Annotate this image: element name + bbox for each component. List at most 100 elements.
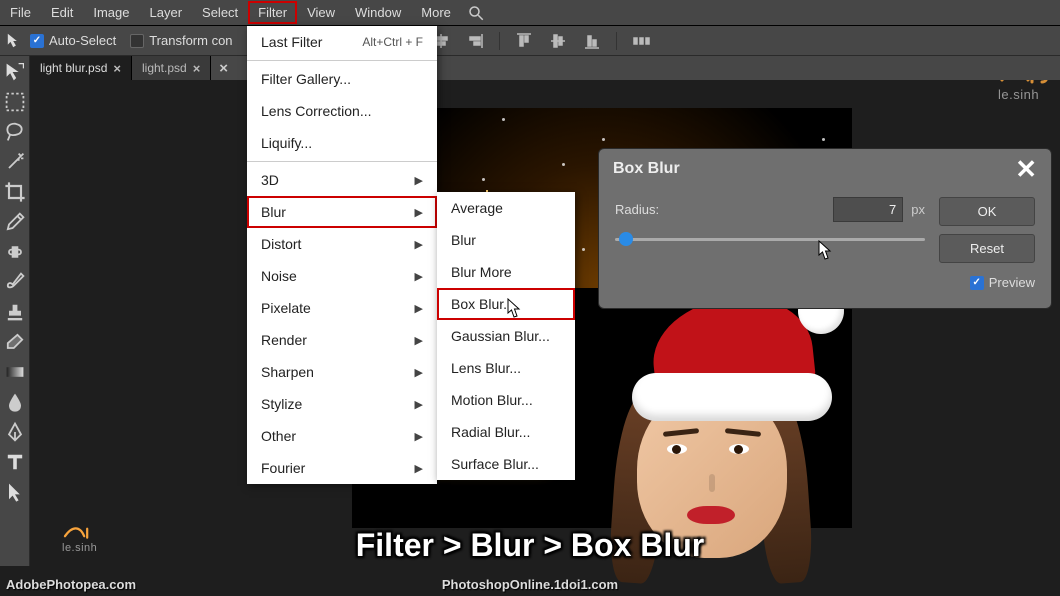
dd-motion-blur[interactable]: Motion Blur...: [437, 384, 575, 416]
cursor-icon: [818, 240, 834, 260]
menu-layer[interactable]: Layer: [140, 1, 193, 24]
dd-label: Liquify...: [261, 135, 312, 151]
brush-tool-icon[interactable]: [3, 270, 27, 294]
dd-label: Stylize: [261, 396, 302, 412]
dd-3d[interactable]: 3D▶: [247, 164, 437, 196]
transform-label: Transform con: [149, 33, 232, 48]
menu-filter[interactable]: Filter: [248, 1, 297, 24]
radius-input[interactable]: 7: [833, 197, 903, 222]
align-center-v-icon[interactable]: [548, 31, 568, 51]
dd-lens-blur[interactable]: Lens Blur...: [437, 352, 575, 384]
align-top-icon[interactable]: [514, 31, 534, 51]
dd-filter-gallery[interactable]: Filter Gallery...: [247, 63, 437, 95]
auto-select-label: Auto-Select: [49, 33, 116, 48]
dd-liquify[interactable]: Liquify...: [247, 127, 437, 159]
dd-stylize[interactable]: Stylize ▶: [247, 388, 437, 420]
stamp-tool-icon[interactable]: [3, 300, 27, 324]
footer: AdobePhotopea.com PhotoshopOnline.1doi1.…: [0, 572, 1060, 596]
dd-blur-more[interactable]: Blur More: [437, 256, 575, 288]
dialog-title: Box Blur: [613, 160, 680, 178]
auto-select-toggle[interactable]: ✓ Auto-Select: [30, 33, 116, 48]
dd-radial-blur[interactable]: Radial Blur...: [437, 416, 575, 448]
checkbox-off-icon: [130, 34, 144, 48]
radius-label: Radius:: [615, 202, 825, 217]
radius-slider[interactable]: [615, 230, 925, 248]
align-right-icon[interactable]: [465, 31, 485, 51]
dd-label: Gaussian Blur...: [451, 328, 550, 344]
slider-thumb[interactable]: [619, 232, 633, 246]
toolbar: [0, 56, 30, 566]
tab-light-blur[interactable]: light blur.psd ×: [30, 56, 132, 80]
close-all-icon[interactable]: ×: [211, 60, 236, 77]
dd-label: Lens Blur...: [451, 360, 521, 376]
preview-toggle[interactable]: ✓ Preview: [970, 275, 1035, 290]
menu-select[interactable]: Select: [192, 1, 248, 24]
separator: [499, 32, 500, 50]
dd-distort[interactable]: Distort▶: [247, 228, 437, 260]
dd-average[interactable]: Average: [437, 192, 575, 224]
dd-label: 3D: [261, 172, 279, 188]
dd-box-blur[interactable]: Box Blur...: [437, 288, 575, 320]
separator: [247, 60, 437, 61]
dd-render[interactable]: Render▶: [247, 324, 437, 356]
dd-lens-correction[interactable]: Lens Correction...: [247, 95, 437, 127]
move-tool-icon[interactable]: [6, 32, 24, 50]
tab-light[interactable]: light.psd ×: [132, 56, 211, 80]
close-icon[interactable]: ×: [113, 61, 121, 76]
lasso-tool-icon[interactable]: [3, 120, 27, 144]
search-icon[interactable]: [467, 4, 485, 22]
dd-blur-item[interactable]: Blur: [437, 224, 575, 256]
menu-file[interactable]: File: [0, 1, 41, 24]
menu-image[interactable]: Image: [83, 1, 139, 24]
dd-label: Distort: [261, 236, 301, 252]
heal-tool-icon[interactable]: [3, 240, 27, 264]
reset-button[interactable]: Reset: [939, 234, 1035, 263]
dd-last-filter[interactable]: Last Filter Alt+Ctrl + F: [247, 26, 437, 58]
checkbox-on-icon: ✓: [30, 34, 44, 48]
dd-label: Noise: [261, 268, 297, 284]
dd-other[interactable]: Other▶: [247, 420, 437, 452]
menu-view[interactable]: View: [297, 1, 345, 24]
transform-controls-toggle[interactable]: Transform con: [130, 33, 232, 48]
dd-noise[interactable]: Noise ▶: [247, 260, 437, 292]
dd-label: Fourier: [261, 460, 305, 476]
type-tool-icon[interactable]: [3, 450, 27, 474]
dd-blur[interactable]: Blur▶: [247, 196, 437, 228]
menu-edit[interactable]: Edit: [41, 1, 83, 24]
dd-shortcut: Alt+Ctrl + F: [362, 35, 423, 49]
menu-more[interactable]: More: [411, 1, 461, 24]
marquee-tool-icon[interactable]: [3, 90, 27, 114]
dd-pixelate[interactable]: Pixelate▶: [247, 292, 437, 324]
distribute-icon[interactable]: [631, 31, 651, 51]
close-icon[interactable]: ×: [193, 61, 201, 76]
path-select-tool-icon[interactable]: [3, 480, 27, 504]
close-icon[interactable]: ✕: [1015, 159, 1037, 179]
pen-tool-icon[interactable]: [3, 420, 27, 444]
dd-fourier[interactable]: Fourier▶: [247, 452, 437, 484]
document-tabbar: light blur.psd × light.psd × ×: [30, 56, 1060, 80]
slider-track: [615, 238, 925, 241]
move-tool-icon[interactable]: [3, 60, 27, 84]
dd-gaussian-blur[interactable]: Gaussian Blur...: [437, 320, 575, 352]
crop-tool-icon[interactable]: [3, 180, 27, 204]
eyedropper-tool-icon[interactable]: [3, 210, 27, 234]
chevron-right-icon: ▶: [415, 398, 423, 411]
ok-button[interactable]: OK: [939, 197, 1035, 226]
dd-label: Render: [261, 332, 307, 348]
preview-label: Preview: [989, 275, 1035, 290]
cursor-icon: [507, 298, 523, 318]
eraser-tool-icon[interactable]: [3, 330, 27, 354]
dd-surface-blur[interactable]: Surface Blur...: [437, 448, 575, 480]
dd-label: Radial Blur...: [451, 424, 530, 440]
dd-sharpen[interactable]: Sharpen▶: [247, 356, 437, 388]
blur-tool-icon[interactable]: [3, 390, 27, 414]
gradient-tool-icon[interactable]: [3, 360, 27, 384]
separator: [247, 161, 437, 162]
santa-hat-graphic: [632, 298, 832, 428]
wand-tool-icon[interactable]: [3, 150, 27, 174]
align-bottom-icon[interactable]: [582, 31, 602, 51]
menu-window[interactable]: Window: [345, 1, 411, 24]
tutorial-caption: Filter > Blur > Box Blur: [0, 527, 1060, 564]
dd-label: Surface Blur...: [451, 456, 539, 472]
chevron-right-icon: ▶: [415, 270, 423, 283]
